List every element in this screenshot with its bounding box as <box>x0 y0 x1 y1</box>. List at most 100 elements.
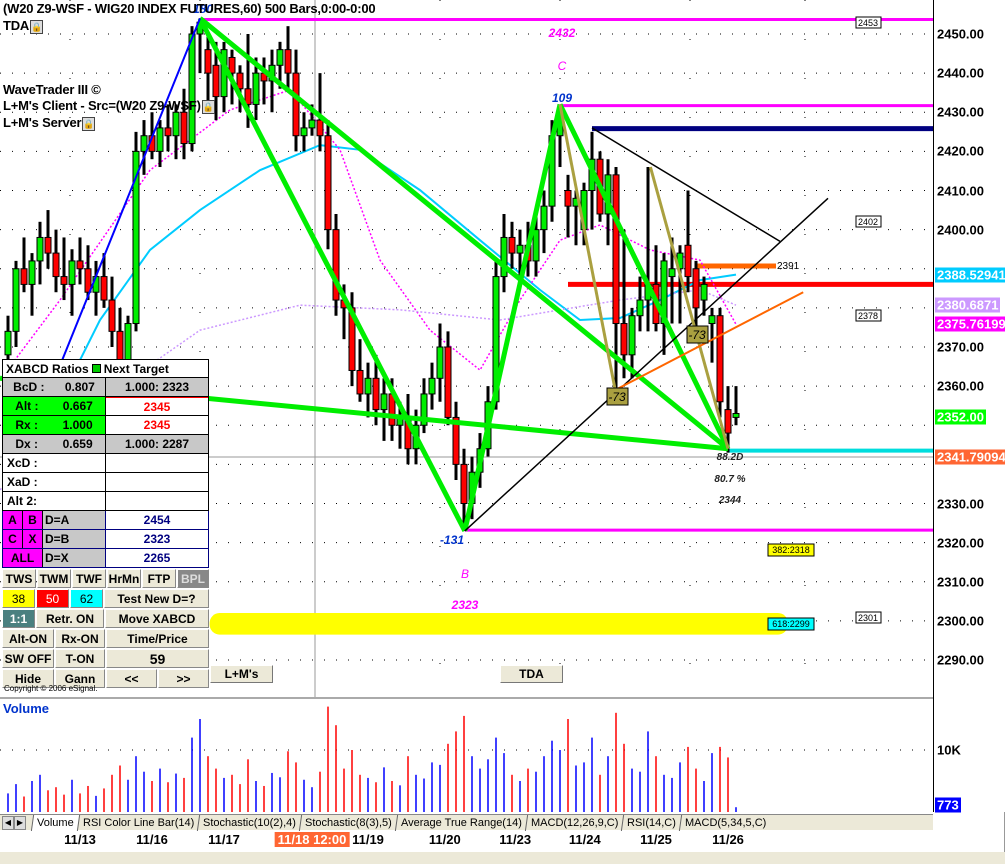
lock-icon[interactable]: 🔒 <box>201 99 215 114</box>
twm-button[interactable]: TWM <box>37 569 71 588</box>
study-tab[interactable]: Stochastic(8(3),5) <box>298 814 397 831</box>
candle-body <box>364 377 372 395</box>
lm-button[interactable]: L+M's <box>210 665 273 683</box>
candle-body <box>44 236 52 254</box>
candle <box>356 339 364 402</box>
candle-body <box>724 409 732 434</box>
study-tab[interactable]: RSI(14,C) <box>620 814 682 831</box>
svg-text:-73: -73 <box>608 390 626 404</box>
candle <box>508 221 516 269</box>
fib-62-button[interactable]: 62 <box>70 589 103 608</box>
tda-button[interactable]: TDA <box>500 665 563 683</box>
all-points-button[interactable]: ALL <box>3 549 43 567</box>
tws-button[interactable]: TWS <box>2 569 36 588</box>
candle-body <box>628 315 636 356</box>
candle <box>588 131 596 230</box>
candle <box>428 362 436 410</box>
bar-count-box-2: -73 <box>686 325 709 344</box>
sw-off-button[interactable]: SW OFF <box>2 649 54 668</box>
axis-tick-label: 2430.00 <box>937 104 984 120</box>
candle-body <box>252 72 260 105</box>
candle-body <box>428 377 436 395</box>
candle-body <box>156 127 164 152</box>
fib-38-button[interactable]: 38 <box>2 589 35 608</box>
t-on-button[interactable]: T-ON <box>55 649 105 668</box>
fib-50-button[interactable]: 50 <box>36 589 69 608</box>
point-x-button[interactable]: X <box>23 530 43 548</box>
test-new-d-button[interactable]: Test New D=? <box>104 589 209 608</box>
pattern-line <box>197 17 468 533</box>
ratio-row-alt2: Alt 2: <box>2 492 209 511</box>
level-box-2378: 2378 <box>855 309 882 322</box>
server-label: L+M's Server 🔒 <box>3 115 96 131</box>
client-text: L+M's Client - Src=(W20 Z9-WSF) <box>3 98 201 113</box>
candle-body <box>732 413 740 418</box>
price-axis[interactable]: 2450.00 2440.00 2430.00 2420.00 2410.00 2400.… <box>933 0 1005 813</box>
bar-number-field[interactable]: 59 <box>106 649 209 668</box>
axis-tick-label: 2310.00 <box>937 574 984 590</box>
ratio-1-1-button[interactable]: 1:1 <box>2 609 35 628</box>
move-xabcd-button[interactable]: Move XABCD <box>105 609 209 628</box>
axis-tick-label: 2450.00 <box>937 26 984 42</box>
copyright: Copyright © 2006 eSignal. <box>4 684 98 693</box>
study-tab-label: MACD(5,34,5,C) <box>684 816 767 829</box>
rx-on-button[interactable]: Rx-ON <box>55 629 105 648</box>
candle <box>108 276 116 347</box>
prev-button[interactable]: << <box>106 669 157 688</box>
scroll-left-icon[interactable]: ◀ <box>2 815 14 830</box>
lock-icon[interactable]: 🔒 <box>82 116 96 131</box>
candle <box>436 323 444 402</box>
level-box-2301: 2301 <box>855 611 882 624</box>
volume-badge: 773 <box>935 797 961 813</box>
candle-body <box>460 463 468 504</box>
hrmn-button[interactable]: HrMn <box>107 569 141 588</box>
study-tab[interactable]: Stochastic(10(2),4) <box>196 814 302 831</box>
d-equals-b-value: 2323 <box>143 532 171 546</box>
retr-on-button[interactable]: Retr. ON <box>36 609 104 628</box>
study-tab[interactable]: RSI Color Line Bar(14) <box>76 814 200 831</box>
volume-label: Volume <box>3 701 49 716</box>
axis-tick-label: 2420.00 <box>937 143 984 159</box>
alt-on-button[interactable]: Alt-ON <box>2 629 54 648</box>
candle <box>444 331 452 426</box>
date-label: 11/20 <box>428 832 461 847</box>
candle-body <box>508 236 516 254</box>
candle-body <box>140 135 148 152</box>
candle-body <box>60 276 68 285</box>
candle-body <box>52 252 60 278</box>
time-price-button[interactable]: Time/Price <box>106 629 209 648</box>
axis-tick-label: 2400.00 <box>937 222 984 238</box>
date-label: 11/23 <box>499 832 532 847</box>
date-label: 11/24 <box>568 832 601 847</box>
candle-body <box>540 205 548 231</box>
point-a-button[interactable]: A <box>3 511 23 529</box>
twf-button[interactable]: TWF <box>72 569 106 588</box>
study-tab[interactable]: Volume <box>30 814 79 831</box>
lock-icon[interactable]: 🔒 <box>30 19 44 34</box>
candle <box>564 174 572 238</box>
study-tab[interactable]: MACD(12,26,9,C) <box>524 814 624 831</box>
xabcd-panel: XABCD Ratios Next Target BcD :0.807 1.000:… <box>2 359 209 688</box>
c-price-label: 2432 <box>548 26 576 40</box>
point-c-button[interactable]: C <box>3 530 23 548</box>
candle <box>52 229 60 293</box>
candle-body <box>188 33 196 145</box>
study-tab-label: Volume <box>37 816 74 829</box>
scroll-right-icon[interactable]: ▶ <box>14 815 26 830</box>
client-label: L+M's Client - Src=(W20 Z9-WSF) 🔒 <box>3 98 215 114</box>
candle-body <box>380 393 388 411</box>
bpl-button[interactable]: BPL <box>177 569 209 588</box>
toggle-square-icon[interactable] <box>91 364 101 373</box>
point-b-button[interactable]: B <box>23 511 43 529</box>
study-tab[interactable]: MACD(5,34,5,C) <box>678 814 772 831</box>
study-tab[interactable]: Average True Range(14) <box>394 814 527 831</box>
d-equals-x-value: 2265 <box>143 551 171 565</box>
volume-pane[interactable] <box>0 699 933 812</box>
candle-body <box>684 244 692 278</box>
candle-body <box>124 323 132 364</box>
ftp-button[interactable]: FTP <box>142 569 176 588</box>
study-tab-label: Stochastic(10(2),4) <box>202 816 296 829</box>
price-badge: 2341.79094 <box>935 449 1005 465</box>
next-button[interactable]: >> <box>158 669 209 688</box>
study-tab-label: Average True Range(14) <box>400 816 522 829</box>
